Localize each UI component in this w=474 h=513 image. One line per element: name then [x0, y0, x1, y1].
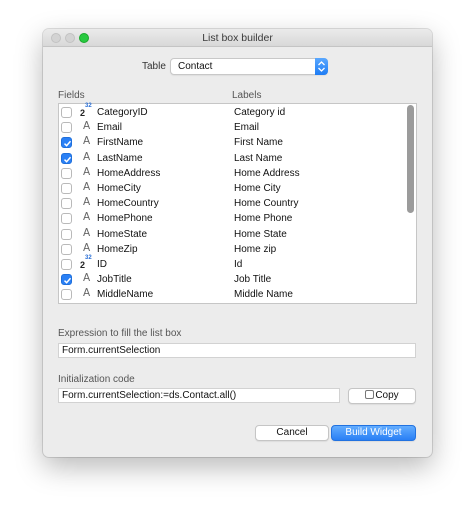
text-type-icon: A	[83, 272, 91, 285]
init-code-value: Form.currentSelection:=ds.Contact.all()	[62, 390, 237, 401]
field-name: ID	[97, 259, 107, 270]
field-name: HomeCountry	[97, 198, 159, 210]
field-label[interactable]: Email	[234, 122, 259, 133]
field-name: CategoryID	[97, 107, 148, 118]
field-name: HomeZip	[97, 243, 138, 255]
number-type-icon: 232	[80, 255, 94, 273]
table-label: Table	[142, 61, 166, 72]
build-widget-button[interactable]: Build Widget	[331, 425, 416, 441]
list-item[interactable]: A HomeCountry Home Country	[59, 196, 405, 211]
list-item[interactable]: A FirstName First Name	[59, 135, 405, 150]
checkbox[interactable]	[61, 213, 72, 225]
list-item[interactable]: A HomeAddress Home Address	[59, 166, 405, 181]
list-item[interactable]: A HomeState Home State	[59, 227, 405, 242]
field-name: Email	[97, 122, 123, 134]
checkbox[interactable]	[61, 243, 72, 255]
field-label[interactable]: Home zip	[234, 244, 276, 255]
checkbox[interactable]	[61, 289, 72, 301]
field-label[interactable]: Category id	[234, 107, 285, 118]
field-name: HomePhone	[97, 213, 153, 225]
field-label[interactable]: Middle Name	[234, 289, 293, 300]
field-name: JobTitle	[97, 274, 132, 286]
field-name: FirstName	[97, 137, 144, 149]
text-type-icon: A	[83, 196, 91, 209]
list-item[interactable]: 232 ID Id	[59, 255, 405, 273]
checkbox-checked[interactable]	[61, 137, 72, 149]
number-type-icon: 232	[80, 103, 94, 121]
checkbox-checked[interactable]	[61, 274, 72, 286]
field-label[interactable]: Home Country	[234, 198, 298, 209]
list-item[interactable]: A HomePhone Home Phone	[59, 211, 405, 226]
text-type-icon: A	[83, 211, 91, 224]
select-stepper-icon	[315, 58, 328, 75]
field-name: MiddleName	[97, 289, 154, 301]
list-item[interactable]: A HomeZip Home zip	[59, 242, 405, 257]
checkbox[interactable]	[61, 259, 72, 270]
field-label[interactable]: Last Name	[234, 153, 282, 164]
list-item[interactable]: A JobTitle Job Title	[59, 272, 405, 287]
text-type-icon: A	[83, 120, 91, 133]
checkbox[interactable]	[61, 107, 72, 118]
field-label[interactable]: Job Title	[234, 274, 271, 285]
init-code-field[interactable]: Form.currentSelection:=ds.Contact.all()	[58, 388, 340, 403]
field-name: HomeState	[97, 228, 148, 240]
field-name: HomeAddress	[97, 167, 161, 179]
text-type-icon: A	[83, 165, 91, 178]
copy-button-label: Copy	[375, 390, 399, 401]
title-bar: List box builder	[43, 29, 432, 47]
window-title: List box builder	[202, 32, 273, 44]
list-item[interactable]: A MiddleName Middle Name	[59, 287, 405, 302]
init-code-label: Initialization code	[58, 374, 135, 385]
fields-list[interactable]: 232 CategoryID Category id A Email Email A Firs…	[58, 103, 417, 304]
field-name: HomeCity	[97, 183, 141, 194]
copy-icon	[365, 390, 375, 399]
list-scrollbar[interactable]	[407, 105, 414, 213]
labels-column-header: Labels	[232, 90, 262, 101]
checkbox[interactable]	[61, 167, 72, 179]
field-label[interactable]: First Name	[234, 137, 283, 148]
text-type-icon: A	[83, 135, 91, 148]
cancel-button[interactable]: Cancel	[255, 425, 329, 441]
checkbox[interactable]	[61, 198, 72, 210]
text-type-icon: A	[83, 287, 91, 300]
text-type-icon: A	[83, 241, 91, 254]
expression-value: Form.currentSelection	[62, 345, 161, 356]
field-label[interactable]: Home Phone	[234, 213, 292, 224]
number-type-icon-sup: 32	[85, 103, 92, 109]
field-label[interactable]: Id	[234, 259, 242, 270]
list-item[interactable]: A LastName Last Name	[59, 151, 405, 166]
number-type-icon-base: 2	[80, 260, 86, 270]
field-label[interactable]: Home City	[234, 183, 281, 194]
list-item[interactable]: A Email Email	[59, 120, 405, 135]
expression-label: Expression to fill the list box	[58, 328, 182, 339]
list-item[interactable]: A HomeCity Home City	[59, 181, 405, 196]
copy-button[interactable]: Copy	[348, 388, 416, 404]
fields-column-header: Fields	[58, 90, 85, 101]
field-label[interactable]: Home Address	[234, 168, 300, 179]
field-label[interactable]: Home State	[234, 229, 287, 240]
table-select-value: Contact	[178, 61, 213, 72]
text-type-icon: A	[83, 226, 91, 239]
field-name: LastName	[97, 152, 143, 164]
number-type-icon-base: 2	[80, 108, 86, 118]
expression-field[interactable]: Form.currentSelection	[58, 343, 416, 358]
list-box-builder-window: List box builder Table Contact Fields La…	[43, 29, 432, 457]
number-type-icon-sup: 32	[85, 255, 92, 261]
checkbox[interactable]	[61, 183, 72, 194]
text-type-icon: A	[83, 150, 91, 163]
checkbox[interactable]	[61, 228, 72, 240]
checkbox[interactable]	[61, 122, 72, 134]
list-item[interactable]: 232 CategoryID Category id	[59, 103, 405, 121]
checkbox-checked[interactable]	[61, 152, 72, 164]
text-type-icon: A	[83, 181, 91, 193]
table-select[interactable]: Contact	[170, 58, 328, 75]
